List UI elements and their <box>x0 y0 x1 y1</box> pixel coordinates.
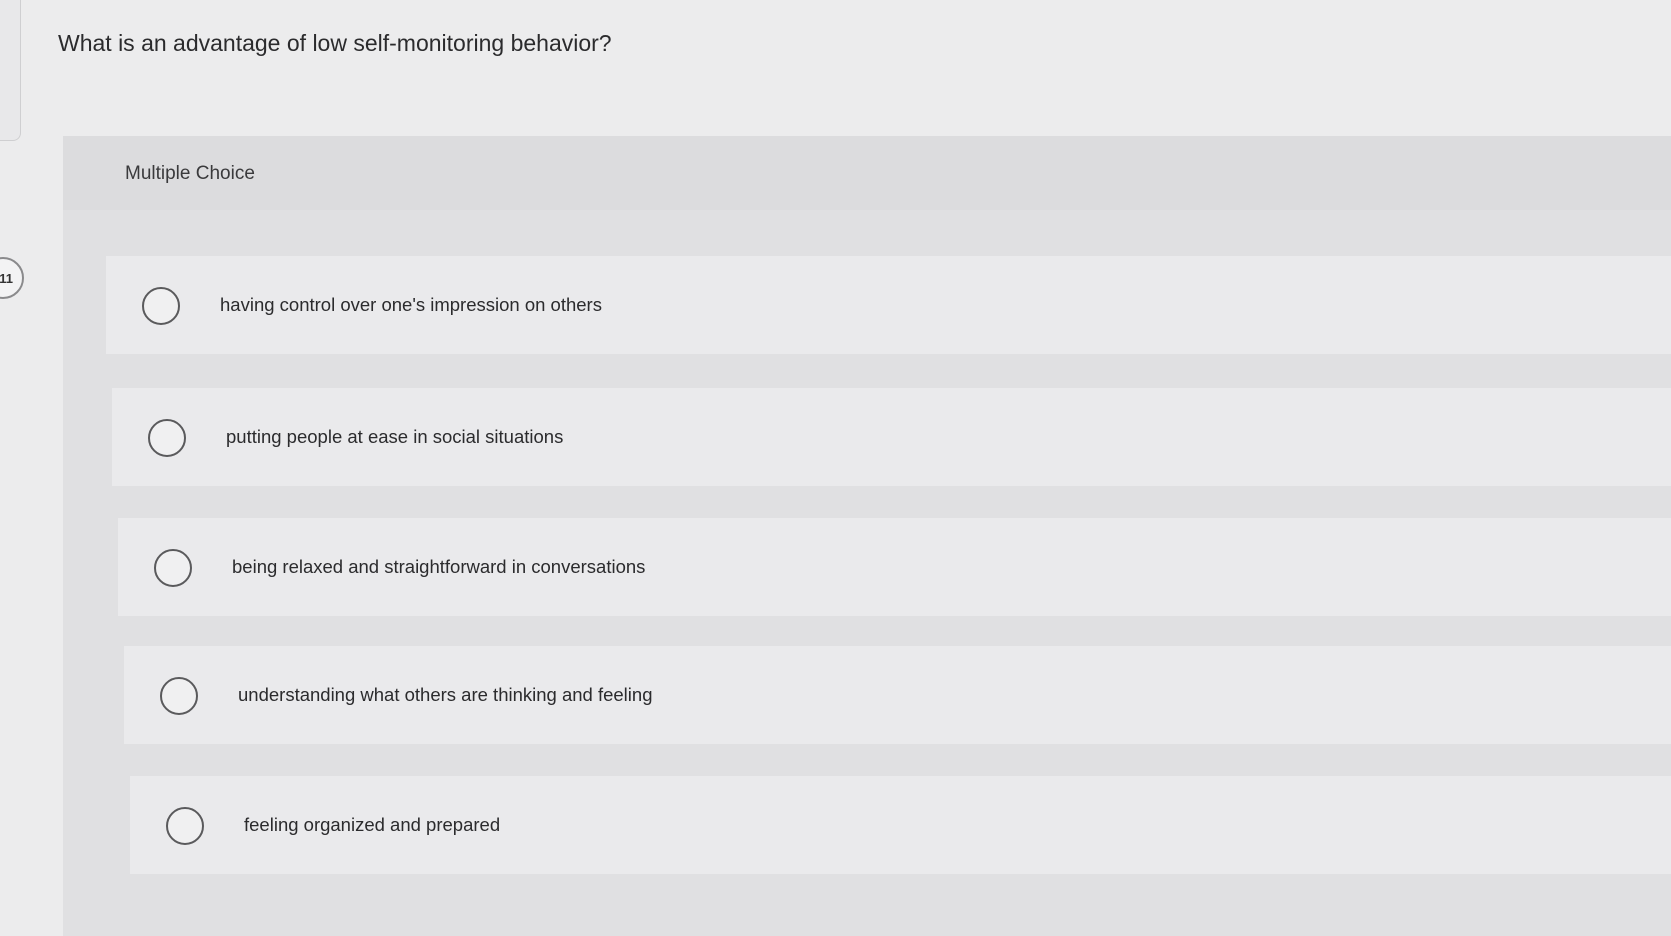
panel-header: Multiple Choice <box>63 136 1671 210</box>
radio-circle-icon[interactable] <box>154 549 192 587</box>
radio-circle-icon[interactable] <box>160 677 198 715</box>
answer-option-label: feeling organized and prepared <box>244 814 501 835</box>
answer-option[interactable]: putting people at ease in social situati… <box>112 388 1671 486</box>
answer-option[interactable]: feeling organized and prepared <box>130 776 1671 874</box>
answer-option-label: putting people at ease in social situati… <box>226 426 564 447</box>
answer-option[interactable]: having control over one's impression on … <box>106 256 1671 354</box>
question-number-badge[interactable]: 11 <box>0 257 24 299</box>
answer-option-label: being relaxed and straightforward in con… <box>232 556 646 577</box>
radio-circle-icon[interactable] <box>142 287 180 325</box>
question-type-label: Multiple Choice <box>125 163 255 184</box>
radio-circle-icon[interactable] <box>148 419 186 457</box>
answer-option[interactable]: being relaxed and straightforward in con… <box>118 518 1671 616</box>
left-sidebar-edge <box>0 0 21 141</box>
radio-circle-icon[interactable] <box>166 807 204 845</box>
question-text: What is an advantage of low self-monitor… <box>58 30 612 56</box>
answer-option[interactable]: understanding what others are thinking a… <box>124 646 1671 744</box>
answer-option-label: understanding what others are thinking a… <box>238 684 653 705</box>
answer-option-label: having control over one's impression on … <box>220 294 602 315</box>
